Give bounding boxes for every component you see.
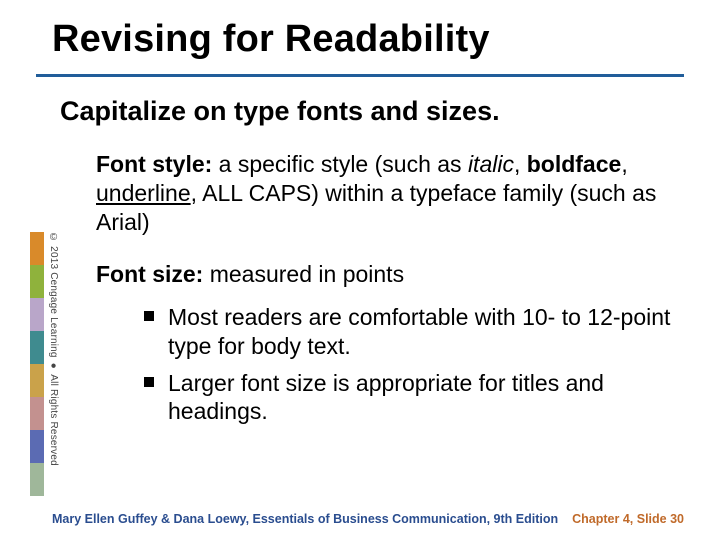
- spine-segment: [30, 463, 44, 496]
- spine-segment: [30, 397, 44, 430]
- spine-segment: [30, 364, 44, 397]
- color-spine: [30, 232, 44, 496]
- slide: Revising for Readability Capitalize on t…: [0, 0, 720, 540]
- italic-example: italic: [468, 151, 514, 177]
- spine-segment: [30, 331, 44, 364]
- footer-citation: Mary Ellen Guffey & Dana Loewy, Essentia…: [52, 512, 558, 526]
- spine-segment: [30, 232, 44, 265]
- spine-segment: [30, 298, 44, 331]
- footer: Mary Ellen Guffey & Dana Loewy, Essentia…: [52, 512, 684, 526]
- footer-slide-number: Chapter 4, Slide 30: [572, 512, 684, 526]
- bullet-list: Most readers are comfortable with 10- to…: [96, 303, 672, 426]
- text: ,: [621, 151, 627, 177]
- body-content: Font style: a specific style (such as it…: [96, 150, 672, 434]
- text: measured in points: [203, 261, 404, 287]
- paragraph-font-size: Font size: measured in points: [96, 260, 672, 289]
- text: a specific style (such as: [212, 151, 468, 177]
- spine-segment: [30, 265, 44, 298]
- bold-example: boldface: [527, 151, 622, 177]
- text: ,: [514, 151, 527, 177]
- underline-example: underline: [96, 180, 191, 206]
- slide-title: Revising for Readability: [52, 18, 490, 61]
- copyright-vertical: © 2013 Cengage Learning ● All Rights Res…: [45, 232, 59, 496]
- title-rule: [36, 74, 684, 77]
- list-item: Larger font size is appropriate for titl…: [144, 369, 672, 427]
- font-style-label: Font style:: [96, 151, 212, 177]
- slide-subtitle: Capitalize on type fonts and sizes.: [60, 96, 500, 127]
- list-item: Most readers are comfortable with 10- to…: [144, 303, 672, 361]
- spine-segment: [30, 430, 44, 463]
- paragraph-font-style: Font style: a specific style (such as it…: [96, 150, 672, 236]
- font-size-label: Font size:: [96, 261, 203, 287]
